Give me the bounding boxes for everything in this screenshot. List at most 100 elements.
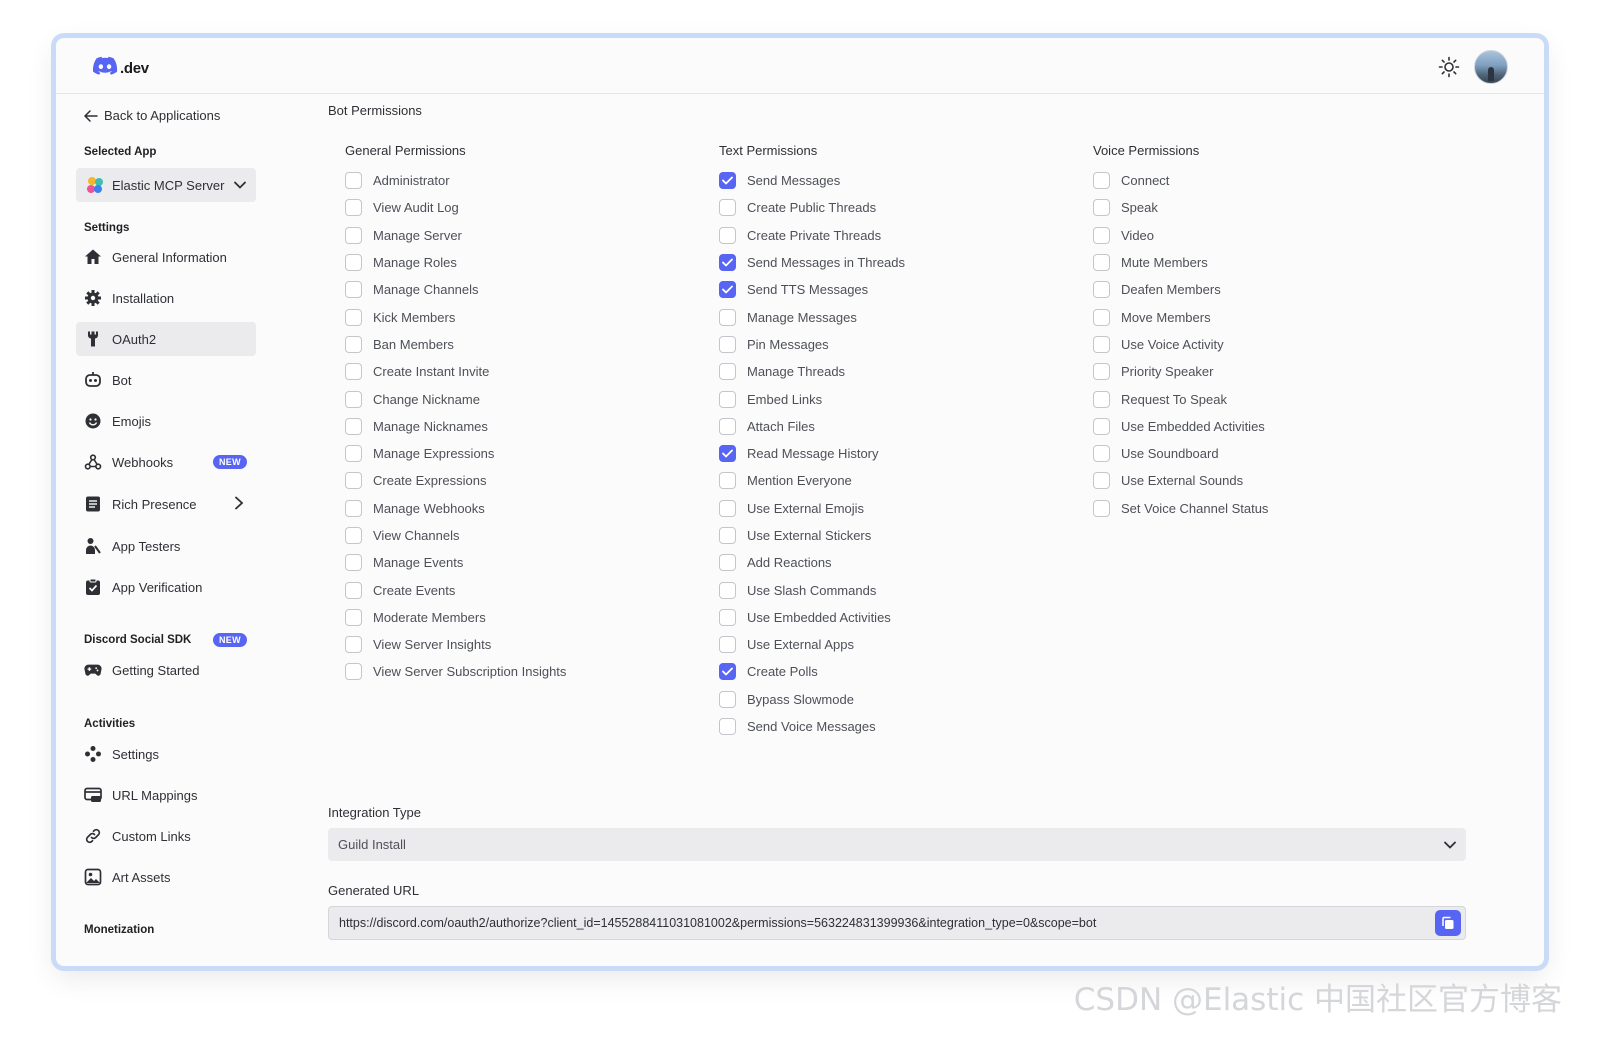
permission-checkbox[interactable] [719, 718, 736, 736]
permission-row[interactable]: Deafen Members [1093, 276, 1268, 303]
permission-checkbox[interactable] [345, 363, 362, 381]
permission-row[interactable]: Send Messages in Threads [719, 249, 905, 276]
permission-checkbox[interactable] [719, 390, 736, 408]
sidebar-item-custom-links[interactable]: Custom Links [76, 819, 256, 853]
permission-row[interactable]: Video [1093, 222, 1268, 249]
permission-row[interactable]: Use External Sounds [1093, 467, 1268, 494]
permission-checkbox[interactable] [1093, 281, 1110, 299]
permission-checkbox[interactable] [719, 308, 736, 326]
permission-row[interactable]: Embed Links [719, 385, 905, 412]
permission-row[interactable]: Manage Threads [719, 358, 905, 385]
permission-row[interactable]: Mention Everyone [719, 467, 905, 494]
permission-row[interactable]: Create Instant Invite [345, 358, 566, 385]
permission-row[interactable]: Speak [1093, 194, 1268, 221]
permission-row[interactable]: Use Soundboard [1093, 440, 1268, 467]
permission-checkbox[interactable] [719, 663, 736, 681]
permission-row[interactable]: Create Polls [719, 658, 905, 685]
permission-checkbox[interactable] [1093, 363, 1110, 381]
permission-row[interactable]: Bypass Slowmode [719, 686, 905, 713]
permission-row[interactable]: Priority Speaker [1093, 358, 1268, 385]
permission-checkbox[interactable] [345, 636, 362, 654]
sidebar-item-app-verification[interactable]: App Verification [76, 570, 256, 604]
permission-checkbox[interactable] [719, 226, 736, 244]
permission-checkbox[interactable] [345, 335, 362, 353]
permission-row[interactable]: Move Members [1093, 303, 1268, 330]
permission-row[interactable]: Manage Roles [345, 249, 566, 276]
permission-row[interactable]: Manage Expressions [345, 440, 566, 467]
permission-row[interactable]: Use External Apps [719, 631, 905, 658]
sidebar-item-art-assets[interactable]: Art Assets [76, 860, 256, 894]
permission-checkbox[interactable] [719, 581, 736, 599]
permission-row[interactable]: Change Nickname [345, 385, 566, 412]
sidebar-item-app-testers[interactable]: App Testers [76, 529, 256, 563]
sidebar-item-rich-presence[interactable]: Rich Presence [76, 487, 256, 521]
permission-row[interactable]: Manage Server [345, 222, 566, 249]
permission-row[interactable]: Kick Members [345, 303, 566, 330]
permission-row[interactable]: View Audit Log [345, 194, 566, 221]
permission-row[interactable]: Use External Emojis [719, 495, 905, 522]
permission-checkbox[interactable] [1093, 226, 1110, 244]
permission-row[interactable]: Read Message History [719, 440, 905, 467]
permission-checkbox[interactable] [345, 226, 362, 244]
permission-checkbox[interactable] [1093, 445, 1110, 463]
permission-row[interactable]: Ban Members [345, 331, 566, 358]
permission-row[interactable]: Attach Files [719, 413, 905, 440]
logo[interactable]: .dev [92, 56, 149, 81]
permission-checkbox[interactable] [719, 254, 736, 272]
permission-checkbox[interactable] [345, 308, 362, 326]
generated-url-value[interactable]: https://discord.com/oauth2/authorize?cli… [339, 916, 1096, 930]
permission-checkbox[interactable] [345, 390, 362, 408]
permission-checkbox[interactable] [1093, 499, 1110, 517]
permission-checkbox[interactable] [1093, 254, 1110, 272]
permission-row[interactable]: Create Expressions [345, 467, 566, 494]
permission-checkbox[interactable] [719, 335, 736, 353]
permission-checkbox[interactable] [719, 472, 736, 490]
permission-checkbox[interactable] [345, 417, 362, 435]
permission-checkbox[interactable] [719, 499, 736, 517]
permission-row[interactable]: Create Public Threads [719, 194, 905, 221]
permission-checkbox[interactable] [719, 527, 736, 544]
integration-type-select[interactable]: Guild Install [328, 828, 1466, 861]
permission-checkbox[interactable] [1093, 390, 1110, 408]
sidebar-item-installation[interactable]: Installation [76, 281, 256, 315]
permission-row[interactable]: Create Private Threads [719, 222, 905, 249]
permission-row[interactable]: Create Events [345, 576, 566, 603]
sidebar-item-activities-settings[interactable]: Settings [76, 737, 256, 771]
permission-checkbox[interactable] [719, 363, 736, 381]
permission-row[interactable]: Manage Webhooks [345, 495, 566, 522]
permission-checkbox[interactable] [719, 690, 736, 708]
permission-row[interactable]: View Server Subscription Insights [345, 658, 566, 685]
permission-checkbox[interactable] [719, 417, 736, 435]
permission-row[interactable]: Administrator [345, 167, 566, 194]
permission-checkbox[interactable] [345, 199, 362, 217]
permission-row[interactable]: Use Embedded Activities [1093, 413, 1268, 440]
permission-row[interactable]: Use External Stickers [719, 522, 905, 549]
generated-url-field[interactable]: https://discord.com/oauth2/authorize?cli… [328, 906, 1466, 940]
user-avatar[interactable] [1474, 50, 1508, 84]
permission-row[interactable]: Set Voice Channel Status [1093, 495, 1268, 522]
copy-button[interactable] [1435, 910, 1461, 936]
permission-row[interactable]: Manage Messages [719, 303, 905, 330]
permission-row[interactable]: Manage Nicknames [345, 413, 566, 440]
permission-checkbox[interactable] [345, 172, 362, 190]
permission-row[interactable]: Send Messages [719, 167, 905, 194]
sidebar-item-url-mappings[interactable]: URL Mappings [76, 778, 256, 812]
permission-row[interactable]: Use Voice Activity [1093, 331, 1268, 358]
permission-checkbox[interactable] [345, 581, 362, 599]
permission-row[interactable]: Manage Events [345, 549, 566, 576]
permission-row[interactable]: Moderate Members [345, 604, 566, 631]
sidebar-item-general-information[interactable]: General Information [76, 240, 256, 274]
permission-row[interactable]: Manage Channels [345, 276, 566, 303]
permission-checkbox[interactable] [719, 608, 736, 626]
permission-row[interactable]: Request To Speak [1093, 385, 1268, 412]
permission-checkbox[interactable] [345, 527, 362, 544]
permission-row[interactable]: Use Embedded Activities [719, 604, 905, 631]
permission-row[interactable]: Send TTS Messages [719, 276, 905, 303]
permission-checkbox[interactable] [345, 472, 362, 490]
permission-checkbox[interactable] [345, 554, 362, 572]
sidebar-item-getting-started[interactable]: Getting Started [76, 653, 256, 687]
permission-checkbox[interactable] [719, 281, 736, 299]
permission-checkbox[interactable] [345, 608, 362, 626]
permission-checkbox[interactable] [1093, 172, 1110, 190]
sun-icon[interactable] [1438, 56, 1460, 78]
